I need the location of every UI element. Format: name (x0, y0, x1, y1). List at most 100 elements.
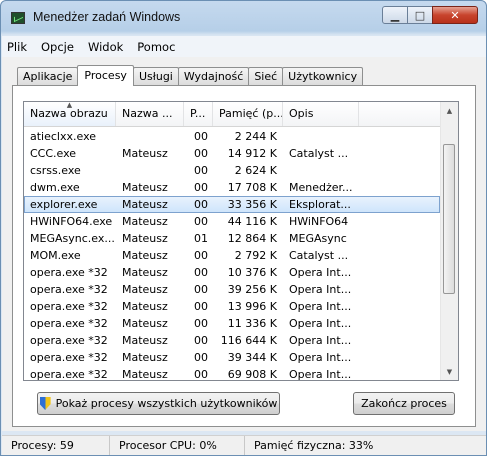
table-row[interactable]: CCC.exe Mateusz 00 14 912 K Catalyst ... (24, 145, 440, 162)
cell-user-name: Mateusz (122, 181, 168, 194)
cell-memory: 2 244 K (234, 130, 277, 143)
maximize-button[interactable]: □ (407, 6, 433, 24)
cell-description: Catalyst ... (289, 147, 349, 160)
cell-user-name: Mateusz (122, 283, 168, 296)
cell-cpu: 00 (194, 266, 208, 279)
task-manager-window: Menedżer zadań Windows ▁ □ ✕ Plik Opcje … (0, 0, 487, 456)
cell-image-name: CCC.exe (30, 147, 77, 160)
cell-cpu: 00 (194, 164, 208, 177)
table-row[interactable]: MEGAsync.ex... Mateusz 01 12 864 K MEGAsync (24, 230, 440, 247)
column-memory[interactable]: Pamięć (p... (213, 102, 283, 126)
minimize-button[interactable]: ▁ (382, 6, 408, 24)
list-body: atieclxx.exe 00 2 244 K CCC.exe Mateusz 00 14 … (24, 128, 440, 381)
cell-cpu: 00 (194, 147, 208, 160)
show-all-processes-button[interactable]: Pokaż procesy wszystkich użytkowników (37, 392, 280, 415)
cell-user-name: Mateusz (122, 266, 168, 279)
cell-memory: 116 644 K (220, 334, 277, 347)
cell-image-name: atieclxx.exe (30, 130, 97, 143)
cell-description: Opera Int... (289, 351, 352, 364)
cell-memory: 2 624 K (234, 164, 277, 177)
cell-description: Eksplorat... (289, 198, 351, 211)
cell-user-name (116, 162, 184, 179)
cell-cpu: 00 (194, 317, 208, 330)
column-description[interactable]: Opis (283, 102, 359, 126)
menu-options[interactable]: Opcje (34, 40, 81, 54)
cell-memory: 14 912 K (227, 147, 277, 160)
table-row[interactable]: HWiNFO64.exe Mateusz 00 44 116 K HWiNFO64 (24, 213, 440, 230)
cell-image-name: opera.exe *32 (30, 300, 108, 313)
cell-user-name: Mateusz (122, 198, 168, 211)
sort-ascending-icon: ▲ (66, 102, 73, 109)
cell-description: Opera Int... (289, 266, 352, 279)
cell-user-name (116, 128, 184, 145)
close-button[interactable]: ✕ (432, 6, 478, 24)
caption-buttons: ▁ □ ✕ (382, 6, 478, 26)
cell-memory: 69 908 K (227, 368, 277, 381)
close-icon: ✕ (450, 8, 460, 22)
table-row[interactable]: opera.exe *32 Mateusz 00 10 376 K Opera Int.… (24, 264, 440, 281)
table-row[interactable]: opera.exe *32 Mateusz 00 39 256 K Opera Int.… (24, 281, 440, 298)
tab-services[interactable]: Usługi (132, 67, 179, 85)
cell-image-name: opera.exe *32 (30, 368, 108, 381)
column-image-name[interactable]: ▲ Nazwa obrazu (24, 102, 116, 126)
table-row[interactable]: csrss.exe 00 2 624 K (24, 162, 440, 179)
end-process-button[interactable]: Zakończ proces (353, 392, 455, 415)
cell-description: MEGAsync (289, 232, 347, 245)
cell-cpu: 00 (194, 215, 208, 228)
status-cpu: Procesor CPU: 0% (110, 436, 245, 455)
menu-file[interactable]: Plik (2, 40, 34, 54)
cell-cpu: 00 (194, 351, 208, 364)
cell-description: Opera Int... (289, 334, 352, 347)
cell-memory: 10 376 K (227, 266, 277, 279)
cell-description: HWiNFO64 (289, 215, 349, 228)
cell-description: Opera Int... (289, 283, 352, 296)
tab-applications[interactable]: Aplikacje (17, 67, 79, 85)
cell-image-name: opera.exe *32 (30, 317, 108, 330)
table-row[interactable]: atieclxx.exe 00 2 244 K (24, 128, 440, 145)
cell-user-name: Mateusz (122, 368, 168, 381)
cell-memory: 17 708 K (227, 181, 277, 194)
table-row[interactable]: opera.exe *32 Mateusz 00 11 336 K Opera Int.… (24, 315, 440, 332)
menu-bar: Plik Opcje Widok Pomoc (2, 36, 486, 57)
menu-view[interactable]: Widok (81, 40, 130, 54)
cell-memory: 33 356 K (227, 198, 277, 211)
column-user-name[interactable]: Nazwa ... (116, 102, 184, 126)
end-process-label: Zakończ proces (361, 397, 447, 410)
cell-description (283, 128, 359, 145)
title-bar[interactable]: Menedżer zadań Windows ▁ □ ✕ (1, 1, 486, 35)
tab-strip: Aplikacje Procesy Usługi Wydajność Sieć … (17, 65, 364, 86)
table-row[interactable]: opera.exe *32 Mateusz 00 116 644 K Opera Int… (24, 332, 440, 349)
cell-user-name: Mateusz (122, 232, 168, 245)
table-row[interactable]: MOM.exe Mateusz 00 2 792 K Catalyst ... (24, 247, 440, 264)
table-row[interactable]: opera.exe *32 Mateusz 00 69 908 K Opera Int.… (24, 366, 440, 381)
cell-image-name: MOM.exe (30, 249, 81, 262)
scrollbar-thumb[interactable] (443, 144, 455, 294)
task-manager-icon (11, 12, 25, 24)
tab-performance[interactable]: Wydajność (177, 67, 250, 85)
tab-networking[interactable]: Sieć (248, 67, 284, 85)
tab-users[interactable]: Użytkownicy (282, 67, 364, 85)
vertical-scrollbar[interactable]: ▲ ▼ (440, 102, 458, 380)
table-row[interactable]: opera.exe *32 Mateusz 00 13 996 K Opera Int.… (24, 298, 440, 315)
table-row[interactable]: explorer.exe Mateusz 00 33 356 K Eksplorat..… (24, 196, 440, 213)
menu-help[interactable]: Pomoc (130, 40, 182, 54)
cell-description: Menedżer... (289, 181, 353, 194)
tab-processes[interactable]: Procesy (77, 65, 134, 86)
process-list[interactable]: ▲ Nazwa obrazu Nazwa ... P... Pamięć (p.… (23, 101, 459, 381)
column-cpu[interactable]: P... (184, 102, 213, 126)
minimize-icon: ▁ (390, 8, 400, 22)
scroll-down-icon[interactable]: ▼ (441, 363, 458, 380)
table-row[interactable]: dwm.exe Mateusz 00 17 708 K Menedżer... (24, 179, 440, 196)
cell-memory: 39 344 K (227, 351, 277, 364)
cell-description: Opera Int... (289, 317, 352, 330)
cell-image-name: HWiNFO64.exe (30, 215, 113, 228)
cell-description (283, 162, 359, 179)
cell-image-name: opera.exe *32 (30, 266, 108, 279)
scroll-up-icon[interactable]: ▲ (441, 102, 458, 119)
table-row[interactable]: opera.exe *32 Mateusz 00 39 344 K Opera Int.… (24, 349, 440, 366)
cell-user-name: Mateusz (122, 334, 168, 347)
cell-image-name: csrss.exe (30, 164, 81, 177)
cell-cpu: 00 (194, 249, 208, 262)
status-processes: Procesy: 59 (2, 436, 110, 455)
cell-image-name: opera.exe *32 (30, 351, 108, 364)
